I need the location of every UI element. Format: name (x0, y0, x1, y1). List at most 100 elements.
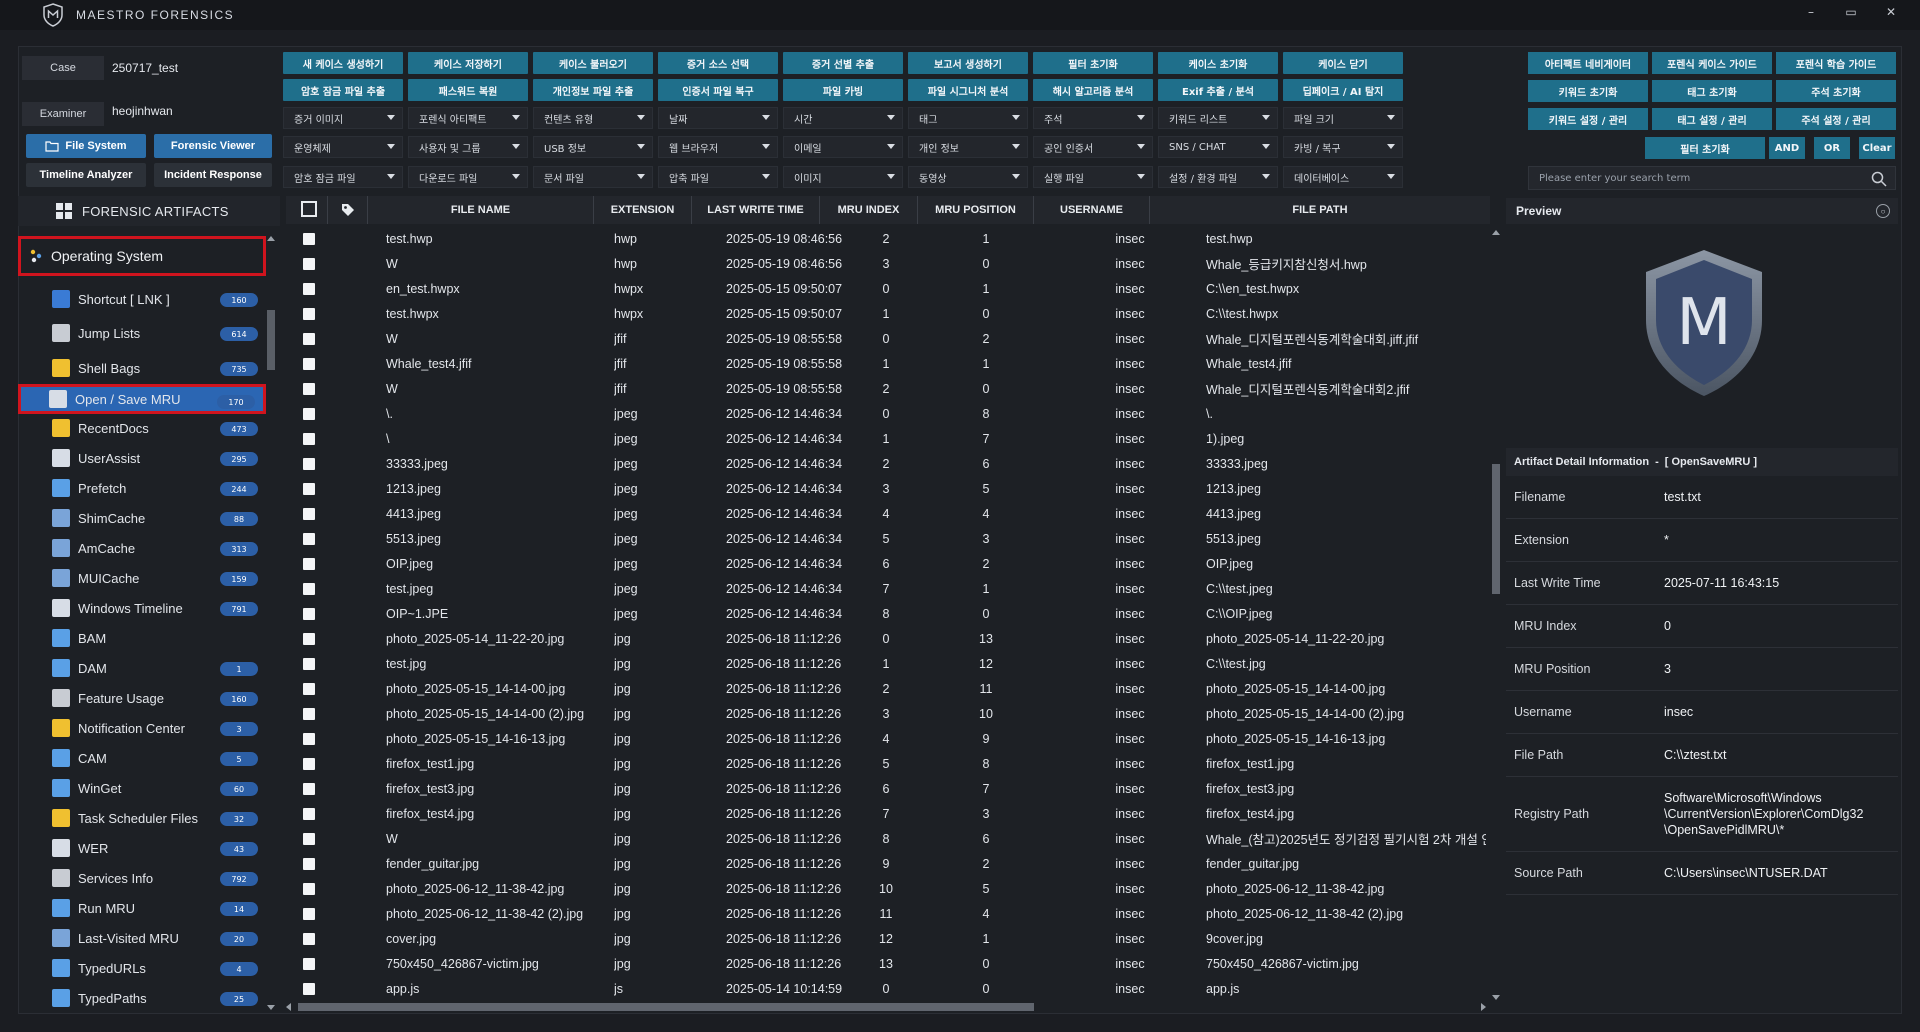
row-checkbox[interactable] (303, 532, 315, 545)
table-row[interactable]: Wjpg 2025-06-18 11:12:26 8 6 insec Whale_(참고)… (286, 826, 1490, 851)
action-row2-button-8[interactable]: 딥페이크 / AI 탐지 (1283, 79, 1403, 101)
filter-reset-button[interactable]: 필터 초기화 (1645, 137, 1765, 159)
row-checkbox[interactable] (303, 707, 315, 720)
filter-row3-dropdown-0[interactable]: 암호 잠금 파일 (283, 166, 403, 188)
right-row2-button-2[interactable]: 주석 초기화 (1776, 80, 1896, 102)
table-row[interactable]: 750x450_426867-victim.jpg jpg 2025-06-18 1… (286, 951, 1490, 976)
row-checkbox[interactable] (303, 382, 315, 395)
right-row3-button-2[interactable]: 주석 설정 / 관리 (1776, 108, 1896, 130)
filter-row3-dropdown-2[interactable]: 문서 파일 (533, 166, 653, 188)
sidebar-item-muicache[interactable]: MUICache 159 (18, 564, 266, 592)
sidebar-item-dam[interactable]: DAM 1 (18, 654, 266, 682)
scroll-right-icon[interactable] (1481, 1003, 1486, 1011)
table-row[interactable]: firefox_test4.jpg jpg 2025-06-18 11:12:26 7… (286, 801, 1490, 826)
maximize-button[interactable]: ▭ (1844, 5, 1858, 19)
incident-response-button[interactable]: Incident Response (154, 163, 272, 187)
scroll-up-icon[interactable] (1492, 230, 1500, 235)
action-row1-button-2[interactable]: 케이스 불러오기 (533, 52, 653, 74)
sidebar-item-shell-bags[interactable]: Shell Bags 735 (18, 354, 266, 382)
close-button[interactable]: ✕ (1884, 5, 1898, 19)
filter-row2-dropdown-6[interactable]: 공인 인증서 (1033, 136, 1153, 158)
table-hscroll-thumb[interactable] (298, 1003, 1034, 1011)
row-checkbox[interactable] (303, 582, 315, 595)
right-row2-button-1[interactable]: 태그 초기화 (1652, 80, 1772, 102)
row-checkbox[interactable] (303, 807, 315, 820)
col-mru-index[interactable]: MRU INDEX (820, 196, 918, 224)
filter-row1-dropdown-6[interactable]: 주석 (1033, 107, 1153, 129)
filter-row1-dropdown-1[interactable]: 포렌식 아티팩트 (408, 107, 528, 129)
row-checkbox[interactable] (303, 657, 315, 670)
row-checkbox[interactable] (303, 682, 315, 695)
action-row1-button-7[interactable]: 케이스 초기화 (1158, 52, 1278, 74)
row-checkbox[interactable] (303, 482, 315, 495)
filter-row1-dropdown-3[interactable]: 날짜 (658, 107, 778, 129)
row-checkbox[interactable] (303, 507, 315, 520)
filter-row3-dropdown-8[interactable]: 데이터베이스 (1283, 166, 1403, 188)
table-row[interactable]: Wjfif 2025-05-19 08:55:58 0 2 insec Whale_디지털… (286, 326, 1490, 351)
table-row[interactable]: en_test.hwpx hwpx 2025-05-15 09:50:07 0 1 ins… (286, 276, 1490, 301)
table-row[interactable]: test.hwp hwp 2025-05-19 08:46:56 2 1 insec tes… (286, 226, 1490, 251)
sidebar-item-feature-usage[interactable]: Feature Usage 160 (18, 684, 266, 712)
col-last-write-time[interactable]: LAST WRITE TIME (692, 196, 820, 224)
row-checkbox[interactable] (303, 607, 315, 620)
action-row1-button-6[interactable]: 필터 초기화 (1033, 52, 1153, 74)
row-checkbox[interactable] (303, 332, 315, 345)
right-row1-button-0[interactable]: 아티팩트 네비게이터 (1528, 52, 1648, 74)
scroll-up-icon[interactable] (267, 236, 275, 241)
action-row1-button-0[interactable]: 새 케이스 생성하기 (283, 52, 403, 74)
action-row1-button-4[interactable]: 증거 선별 추출 (783, 52, 903, 74)
table-row[interactable]: 33333.jpeg jpeg 2025-06-12 14:46:34 2 6 insec… (286, 451, 1490, 476)
timeline-analyzer-button[interactable]: Timeline Analyzer (26, 163, 146, 187)
col-file-path[interactable]: FILE PATH (1150, 196, 1490, 224)
preview-toggle-icon[interactable]: ○ (1876, 204, 1890, 218)
search-icon[interactable] (1871, 171, 1887, 187)
row-checkbox[interactable] (303, 782, 315, 795)
filter-row1-dropdown-8[interactable]: 파일 크기 (1283, 107, 1403, 129)
right-row1-button-1[interactable]: 포렌식 케이스 가이드 (1652, 52, 1772, 74)
search-input[interactable]: Please enter your search term (1528, 166, 1896, 190)
sidebar-item-typedurls[interactable]: TypedURLs 4 (18, 954, 266, 982)
sidebar-item-cam[interactable]: CAM 5 (18, 744, 266, 772)
right-row3-button-1[interactable]: 태그 설정 / 관리 (1652, 108, 1772, 130)
sidebar-item-jump-lists[interactable]: Jump Lists 614 (18, 319, 266, 347)
row-checkbox[interactable] (303, 907, 315, 920)
filter-row3-dropdown-6[interactable]: 실행 파일 (1033, 166, 1153, 188)
col-username[interactable]: USERNAME (1034, 196, 1150, 224)
filter-row2-dropdown-8[interactable]: 카빙 / 복구 (1283, 136, 1403, 158)
col-file-name[interactable]: FILE NAME (368, 196, 594, 224)
table-row[interactable]: photo_2025-06-12_11-38-42.jpg jpg 2025-06-… (286, 876, 1490, 901)
tag-column[interactable] (328, 196, 368, 224)
filter-row3-dropdown-4[interactable]: 이미지 (783, 166, 903, 188)
table-row[interactable]: 5513.jpeg jpeg 2025-06-12 14:46:34 5 3 insec 5… (286, 526, 1490, 551)
table-row[interactable]: OIP.jpeg jpeg 2025-06-12 14:46:34 6 2 insec OI… (286, 551, 1490, 576)
sidebar-scrollbar[interactable] (266, 236, 276, 1010)
table-row[interactable]: photo_2025-06-12_11-38-42 (2).jpg jpg 2025… (286, 901, 1490, 926)
action-row2-button-6[interactable]: 해시 알고리즘 분석 (1033, 79, 1153, 101)
table-row[interactable]: photo_2025-05-14_11-22-20.jpg jpg 2025-06-… (286, 626, 1490, 651)
table-row[interactable]: test.hwpx hwpx 2025-05-15 09:50:07 1 0 insec C… (286, 301, 1490, 326)
action-row2-button-3[interactable]: 인증서 파일 복구 (658, 79, 778, 101)
action-row2-button-5[interactable]: 파일 시그니처 분석 (908, 79, 1028, 101)
scroll-left-icon[interactable] (286, 1003, 291, 1011)
sidebar-item-notification-center[interactable]: Notification Center 3 (18, 714, 266, 742)
filter-row2-dropdown-5[interactable]: 개인 정보 (908, 136, 1028, 158)
filter-row1-dropdown-4[interactable]: 시간 (783, 107, 903, 129)
row-checkbox[interactable] (303, 457, 315, 470)
filter-row3-dropdown-7[interactable]: 설정 / 환경 파일 (1158, 166, 1278, 188)
sidebar-item-shimcache[interactable]: ShimCache 88 (18, 504, 266, 532)
filter-row1-dropdown-5[interactable]: 태그 (908, 107, 1028, 129)
row-checkbox[interactable] (303, 832, 315, 845)
sidebar-item-task-scheduler-files[interactable]: Task Scheduler Files 32 (18, 804, 266, 832)
action-row2-button-1[interactable]: 패스워드 복원 (408, 79, 528, 101)
filter-row2-dropdown-7[interactable]: SNS / CHAT (1158, 136, 1278, 158)
sidebar-item-userassist[interactable]: UserAssist 295 (18, 444, 266, 472)
action-row2-button-4[interactable]: 파일 카빙 (783, 79, 903, 101)
table-vertical-scrollbar[interactable] (1490, 228, 1502, 1000)
col-mru-position[interactable]: MRU POSITION (918, 196, 1034, 224)
row-checkbox[interactable] (303, 257, 315, 270)
filter-row2-dropdown-1[interactable]: 사용자 및 그룹 (408, 136, 528, 158)
sidebar-item-recentdocs[interactable]: RecentDocs 473 (18, 414, 266, 442)
action-row2-button-2[interactable]: 개인정보 파일 추출 (533, 79, 653, 101)
table-row[interactable]: test.jpg jpg 2025-06-18 11:12:26 1 12 insec C:… (286, 651, 1490, 676)
row-checkbox[interactable] (303, 932, 315, 945)
